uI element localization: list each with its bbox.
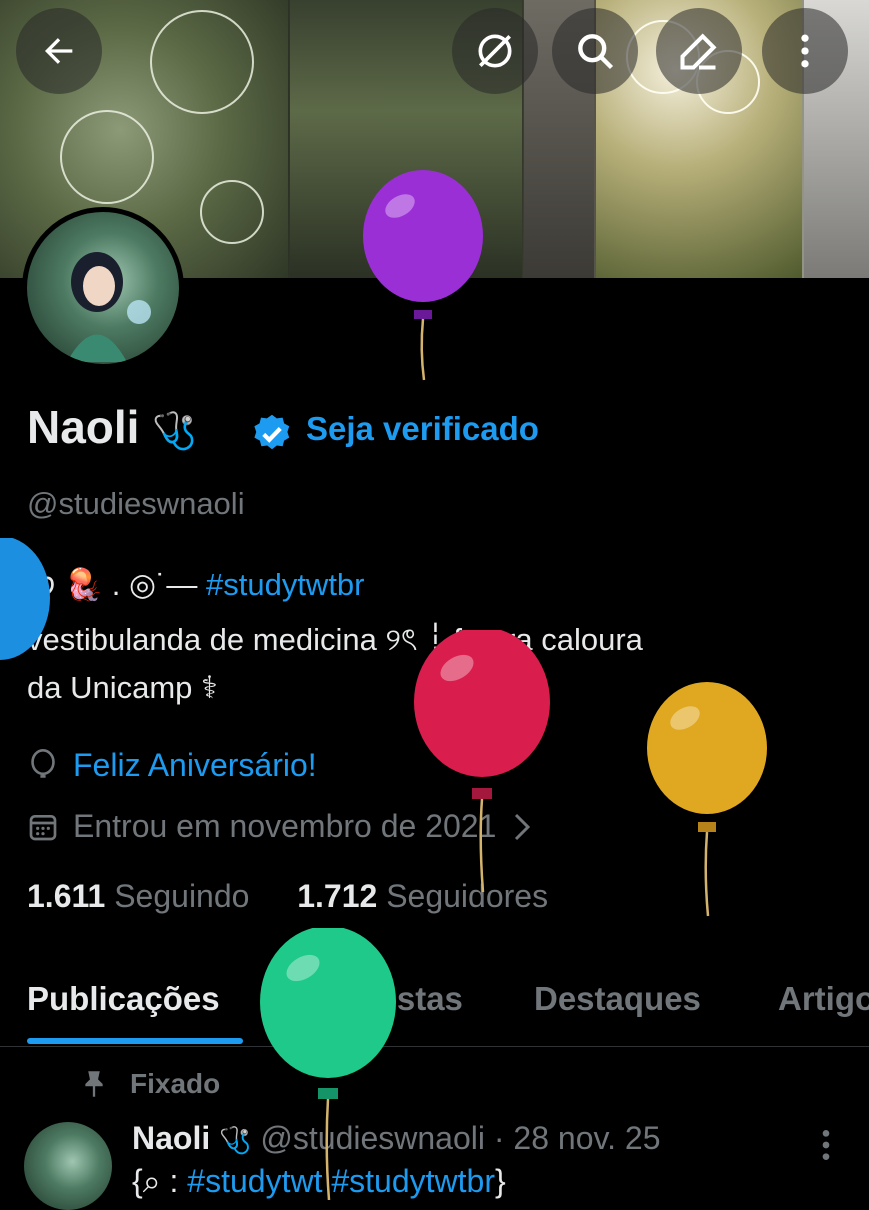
grok-icon (478, 34, 512, 68)
stethoscope-icon: 🩺 (152, 410, 198, 451)
post-text-part: } (494, 1163, 506, 1199)
balloon-decoration (414, 630, 550, 893)
avatar-image (67, 252, 151, 362)
bio-line: da Unicamp ⚕ (27, 670, 218, 705)
more-button[interactable] (762, 8, 848, 94)
balloon-decoration (260, 928, 396, 1200)
tab-posts[interactable]: Publicações (27, 980, 220, 1018)
edit-button[interactable] (656, 8, 742, 94)
active-tab-indicator (27, 1038, 243, 1044)
birthday-text: Feliz Aniversário! (73, 747, 317, 783)
balloon-decoration (647, 682, 767, 917)
pinned-indicator: Fixado (80, 1068, 220, 1100)
tab-highlights[interactable]: Destaques (534, 980, 701, 1018)
post-author-name[interactable]: Naoli (132, 1120, 210, 1156)
post-text-part: {⌕ : (132, 1163, 179, 1199)
post-date[interactable]: 28 nov. 25 (513, 1120, 660, 1156)
following-link[interactable]: 1.611 Seguindo (27, 878, 249, 914)
balloon-decoration (0, 538, 50, 660)
profile-name: Naoli 🩺 (27, 400, 197, 454)
bio-line: ᰔ 🪼 . ◎˙— #studytwtbr (27, 562, 365, 609)
balloon-decoration (363, 170, 483, 381)
more-vertical-icon (801, 34, 809, 68)
search-icon (578, 34, 614, 70)
profile-tabs: Publicações Respostas Destaques Artigos (0, 960, 869, 1047)
calendar-icon (29, 814, 57, 840)
back-button[interactable] (16, 8, 102, 94)
pin-icon (85, 1071, 103, 1097)
followers-count: 1.712 (297, 878, 378, 914)
following-count: 1.611 (27, 878, 106, 914)
balloon-icon (31, 748, 55, 778)
search-button[interactable] (552, 8, 638, 94)
bio-text: ᰔ 🪼 . ◎˙— (27, 567, 198, 602)
arrow-left-icon (45, 38, 73, 64)
following-label: Seguindo (114, 878, 250, 914)
profile-handle: @studieswnaoli (27, 486, 245, 521)
pinned-label: Fixado (130, 1068, 221, 1099)
tab-articles[interactable]: Artigos (778, 980, 869, 1018)
get-verified-link[interactable]: Seja verificado (306, 410, 539, 448)
stethoscope-icon: 🩺 (219, 1125, 252, 1155)
post-author-avatar[interactable] (24, 1122, 112, 1210)
grok-button[interactable] (452, 8, 538, 94)
profile-name-text: Naoli (27, 401, 140, 453)
avatar[interactable] (22, 207, 184, 369)
birthday-row: Feliz Aniversário! (27, 747, 317, 784)
verified-badge-icon[interactable] (250, 412, 294, 456)
post-more-icon[interactable] (816, 1125, 836, 1165)
separator: · (493, 1120, 505, 1156)
bio-hashtag-link[interactable]: #studytwtbr (206, 567, 365, 602)
edit-icon (680, 33, 717, 70)
